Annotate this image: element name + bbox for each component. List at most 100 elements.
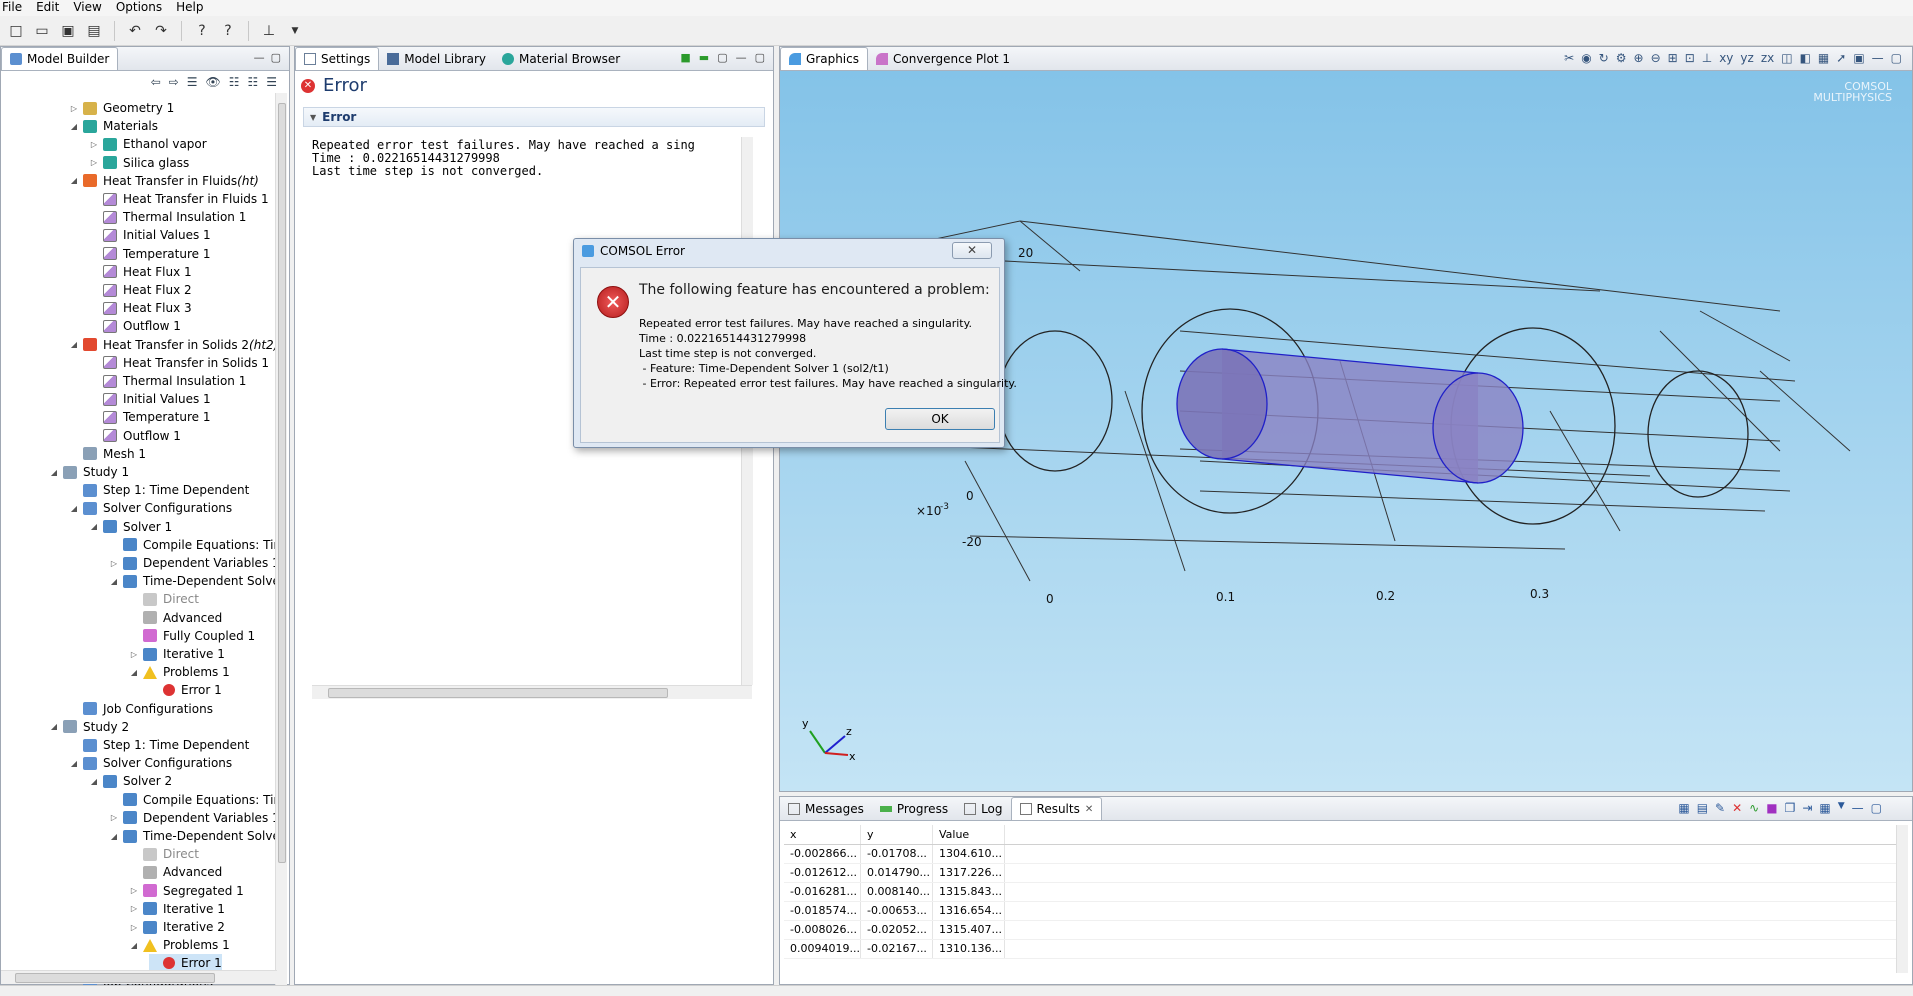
tree-item[interactable]: Direct — [129, 590, 199, 608]
dialog-close-button[interactable]: ✕ — [952, 242, 992, 259]
tree-item[interactable]: Step 1: Time Dependent — [69, 736, 249, 754]
save-as-icon[interactable]: ▤ — [84, 21, 104, 41]
menu-edit[interactable]: Edit — [36, 0, 59, 16]
tree-item[interactable]: ◢ Time-Dependent Solver 1 — [109, 572, 277, 590]
tree-item[interactable]: Temperature 1 — [89, 245, 210, 263]
zoom-extents-icon[interactable]: ⊡ — [1685, 51, 1695, 65]
new-file-icon[interactable]: □ — [6, 21, 26, 41]
expanded-twisty-icon[interactable]: ◢ — [89, 522, 99, 531]
chevron-down-icon[interactable]: ▼ — [285, 21, 305, 41]
view-zx-icon[interactable]: zx — [1761, 51, 1774, 65]
undo-icon[interactable]: ↶ — [125, 21, 145, 41]
select-icon[interactable]: ◫ — [1781, 51, 1792, 65]
show-icon[interactable]: 👁 — [205, 75, 220, 89]
precision-icon[interactable]: ▤ — [1697, 801, 1708, 815]
table-row[interactable]: 0.0094019... -0.02167... 1310.136... — [784, 939, 1898, 959]
collapsed-twisty-icon[interactable]: ▷ — [109, 559, 119, 568]
back-icon[interactable]: ⇦ — [151, 75, 161, 89]
table-row[interactable]: -0.018574... -0.00653... 1316.654... — [784, 901, 1898, 921]
chevron-down-icon[interactable]: ▼ — [1838, 801, 1845, 815]
tree-item[interactable]: Direct — [129, 845, 199, 863]
open-folder-icon[interactable]: ▭ — [32, 21, 52, 41]
tab-progress[interactable]: Progress — [872, 797, 956, 820]
horizontal-scrollbar[interactable] — [312, 685, 752, 699]
tree-item[interactable]: Error 1 — [149, 681, 222, 699]
scrollbar-thumb[interactable] — [278, 103, 286, 863]
tree-item[interactable]: ◢ Solver Configurations — [69, 754, 232, 772]
table-icon[interactable]: ▦ — [1678, 801, 1689, 815]
transparency-icon[interactable]: ◧ — [1800, 51, 1811, 65]
maximize-icon[interactable]: ▢ — [755, 51, 765, 64]
expanded-twisty-icon[interactable]: ◢ — [109, 577, 119, 586]
export-icon[interactable]: ⇥ — [1802, 801, 1812, 815]
expanded-twisty-icon[interactable]: ◢ — [69, 759, 79, 768]
collapsed-twisty-icon[interactable]: ▷ — [89, 140, 99, 149]
save-icon[interactable]: ▣ — [58, 21, 78, 41]
collapse-all-icon[interactable]: ☰ — [187, 75, 198, 89]
scrollbar-thumb[interactable] — [328, 688, 668, 698]
tab-results[interactable]: Results ✕ — [1010, 797, 1103, 820]
tree-item[interactable]: Compile Equations: Time De — [109, 791, 277, 809]
tree-item[interactable]: ◢ Heat Transfer in Solids 2 (ht2) — [69, 336, 277, 354]
error-section-header[interactable]: ▼ Error — [303, 107, 765, 127]
horizontal-scrollbar[interactable] — [1, 970, 277, 984]
tree-item[interactable]: ◢ Time-Dependent Solver 1 — [109, 827, 277, 845]
tree-item[interactable]: ◢ Problems 1 — [129, 663, 230, 681]
plot-icon[interactable]: ∿ — [1749, 801, 1759, 815]
column-header-y[interactable]: y — [860, 825, 933, 845]
expanded-twisty-icon[interactable]: ◢ — [69, 504, 79, 513]
table-row[interactable]: -0.016281... 0.008140... 1315.843... — [784, 882, 1898, 902]
tree-item[interactable]: Mesh 1 — [69, 445, 146, 463]
help-icon[interactable]: ? — [192, 21, 212, 41]
close-icon[interactable]: ✕ — [1085, 804, 1093, 815]
dialog-title-bar[interactable]: COMSOL Error — [574, 239, 1004, 263]
pointer-icon[interactable]: ➚ — [1836, 51, 1846, 65]
update-icon[interactable]: ▬ — [699, 51, 709, 64]
menu-file[interactable]: File — [2, 0, 22, 16]
vertical-scrollbar[interactable] — [1896, 825, 1908, 973]
minimize-icon[interactable]: — — [736, 51, 747, 64]
sort-icon[interactable]: ☷ — [247, 75, 258, 89]
tree-item[interactable]: Heat Flux 2 — [89, 281, 192, 299]
expanded-twisty-icon[interactable]: ◢ — [69, 122, 79, 131]
tree-item[interactable]: ◢ Study 1 — [49, 463, 129, 481]
refresh-icon[interactable]: ↻ — [1599, 51, 1609, 65]
tree-item[interactable]: ▷ Silica glass — [89, 154, 189, 172]
minimize-icon[interactable]: — — [1872, 51, 1884, 65]
view-xy-icon[interactable]: xy — [1719, 51, 1733, 65]
tree-item[interactable]: ◢ Problems 1 — [129, 936, 230, 954]
tree-item[interactable]: ◢ Solver 2 — [89, 772, 172, 790]
tree-item[interactable]: ◢ Heat Transfer in Fluids (ht) — [69, 172, 259, 190]
zoom-in-icon[interactable]: ⊕ — [1634, 51, 1644, 65]
tree-item[interactable]: ▷ Dependent Variables 1 — [109, 809, 277, 827]
pin-icon[interactable]: ▢ — [717, 51, 727, 64]
view-icon[interactable]: ◉ — [1581, 51, 1591, 65]
tree-item[interactable]: ▷ Ethanol vapor — [89, 135, 207, 153]
zoom-out-icon[interactable]: ⊖ — [1651, 51, 1661, 65]
tab-graphics[interactable]: Graphics — [780, 47, 868, 70]
forward-icon[interactable]: ⇨ — [169, 75, 179, 89]
wireframe-icon[interactable]: ▦ — [1818, 51, 1829, 65]
clear-icon[interactable]: ✎ — [1715, 801, 1725, 815]
collapsed-twisty-icon[interactable]: ▷ — [129, 886, 139, 895]
tree-item[interactable]: ▷ Segregated 1 — [129, 882, 244, 900]
expanded-twisty-icon[interactable]: ◢ — [69, 340, 79, 349]
tab-messages[interactable]: Messages — [780, 797, 872, 820]
collapsed-twisty-icon[interactable]: ▷ — [129, 923, 139, 932]
list-icon[interactable]: ☰ — [266, 75, 277, 89]
tree-item[interactable]: Thermal Insulation 1 — [89, 372, 246, 390]
tab-convergence-plot[interactable]: Convergence Plot 1 — [868, 47, 1018, 70]
table-row[interactable]: -0.012612... 0.014790... 1317.226... — [784, 863, 1898, 883]
collapsed-twisty-icon[interactable]: ▷ — [89, 158, 99, 167]
tree-item[interactable]: Outflow 1 — [89, 317, 181, 335]
tab-settings[interactable]: Settings — [295, 47, 380, 70]
table-row[interactable]: -0.002866... -0.01708... 1304.610... — [784, 844, 1898, 864]
tree-item[interactable]: Initial Values 1 — [89, 226, 211, 244]
tree-item[interactable]: ▷ Geometry 1 — [69, 99, 174, 117]
tree-item[interactable]: ▷ Dependent Variables 1 — [109, 554, 277, 572]
tree-item[interactable]: Advanced — [129, 609, 222, 627]
scrollbar-thumb[interactable] — [15, 973, 215, 983]
tree-item[interactable]: ◢ Solver Configurations — [69, 499, 232, 517]
minimize-icon[interactable]: — — [1852, 801, 1864, 815]
tree-item[interactable]: ▷ Iterative 1 — [129, 900, 225, 918]
